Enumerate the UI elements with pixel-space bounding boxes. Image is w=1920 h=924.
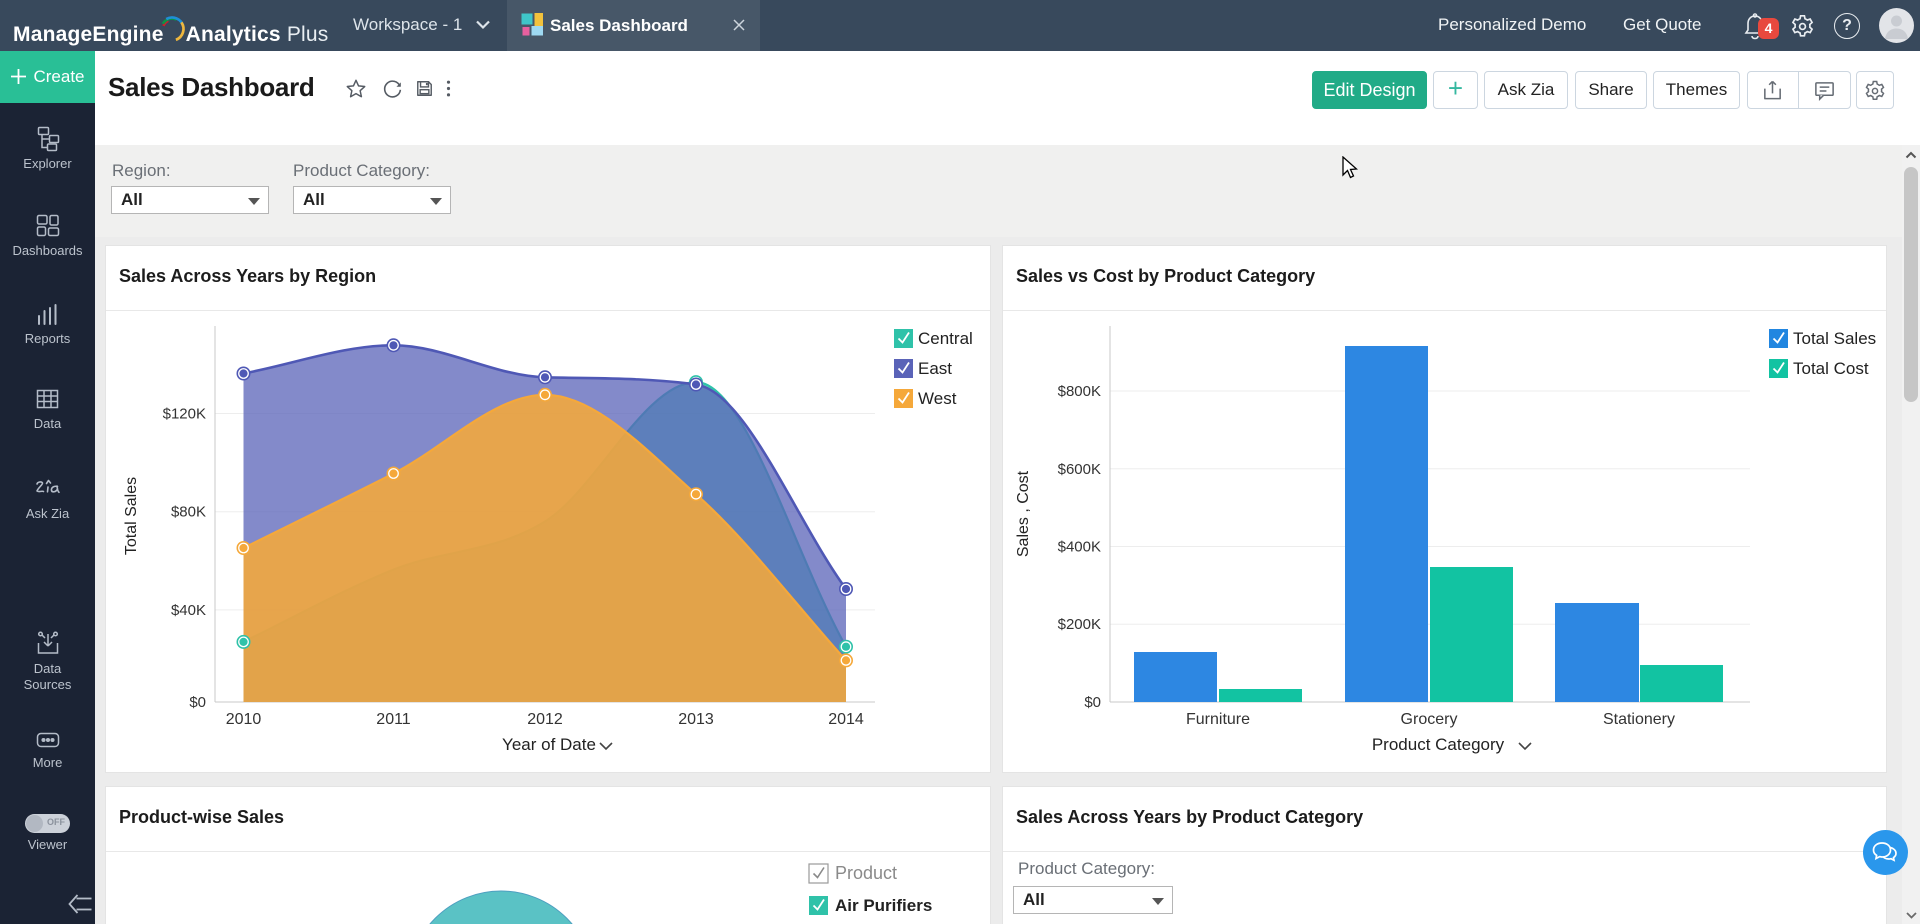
svg-text:Product Category: Product Category: [1372, 735, 1505, 754]
svg-text:Central: Central: [918, 329, 973, 348]
svg-text:$200K: $200K: [1058, 616, 1101, 633]
svg-text:Stationery: Stationery: [1603, 711, 1675, 728]
svg-text:Year of Date: Year of Date: [502, 735, 596, 754]
svg-text:2013: 2013: [678, 711, 714, 728]
svg-text:$0: $0: [189, 694, 206, 711]
svg-text:$80K: $80K: [171, 504, 206, 521]
svg-text:Total Cost: Total Cost: [1793, 359, 1869, 378]
svg-text:Product: Product: [835, 863, 897, 883]
svg-text:2010: 2010: [226, 711, 262, 728]
svg-text:Furniture: Furniture: [1186, 711, 1250, 728]
svg-text:West: West: [918, 389, 957, 408]
svg-text:2014: 2014: [828, 711, 864, 728]
svg-text:$120K: $120K: [163, 406, 206, 423]
svg-text:Grocery: Grocery: [1401, 711, 1458, 728]
svg-text:2011: 2011: [376, 711, 411, 728]
svg-text:East: East: [918, 359, 952, 378]
svg-text:Air Purifiers: Air Purifiers: [835, 896, 932, 915]
svg-text:$400K: $400K: [1058, 539, 1101, 556]
svg-text:Total Sales: Total Sales: [123, 477, 140, 555]
svg-text:2012: 2012: [527, 711, 563, 728]
svg-text:$800K: $800K: [1058, 383, 1101, 400]
svg-text:Total Sales: Total Sales: [1793, 329, 1876, 348]
svg-text:Sales , Cost: Sales , Cost: [1015, 470, 1032, 557]
svg-text:$0: $0: [1084, 694, 1101, 711]
svg-text:$600K: $600K: [1058, 461, 1101, 478]
svg-text:$40K: $40K: [171, 602, 206, 619]
